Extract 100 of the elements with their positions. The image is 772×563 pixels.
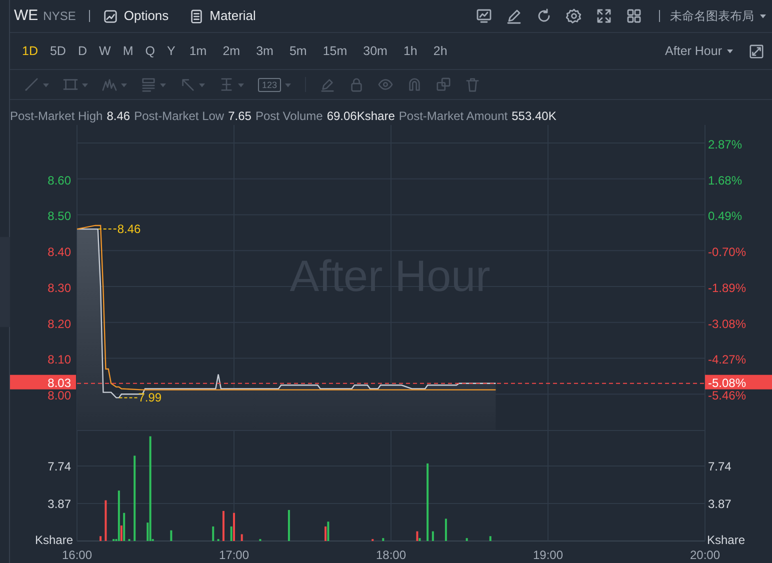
caret-icon [760,13,766,19]
timeframe-tab[interactable]: 30m [355,40,396,62]
change-badge: -5.08% [705,374,772,390]
volume-bar [170,530,172,541]
pencil-icon [506,8,522,24]
axis-label: 3.87 [48,496,71,511]
line-icon [24,77,39,92]
timeframe-tab[interactable]: 1h [395,40,426,62]
clone-icon [436,77,452,92]
time-label: 19:00 [532,548,564,562]
stat-label: Post-Market High [10,108,103,125]
leader-line [118,397,138,398]
trash-icon [465,77,480,92]
arrow-icon [180,77,195,92]
timeframe-tab[interactable]: 1m [181,40,215,62]
unit-label: Kshare [34,533,73,547]
exchange-label: NYSE [43,8,76,25]
caret-icon [285,82,292,88]
text-cursor-icon [219,77,234,92]
axis-label: -0.70% [708,245,746,260]
timeframe-tab[interactable]: 3m [248,40,282,62]
expand-icon [749,44,764,58]
stat-label: Post Volume [255,108,323,125]
leader-line [98,228,117,230]
stat-value: 8.46 [106,108,130,125]
session-dropdown[interactable]: After Hour [665,42,733,60]
volume-bar [222,510,224,541]
pen-icon [320,77,336,92]
timeframe-tab[interactable]: D [72,40,93,62]
symbol: WE [14,6,38,26]
extreme-label: 8.46 [117,222,141,236]
volume-bar [444,518,447,541]
volume-bar [212,526,214,541]
axis-label: 8.40 [48,245,71,260]
timeframe-tab[interactable]: 2h [425,40,456,62]
axis-label: 8.00 [48,388,71,403]
axis-label: -5.46% [708,388,746,403]
monitor-chart-icon [476,8,492,24]
eye-icon [378,77,394,92]
volume-bar [466,538,468,541]
volume-bar [240,534,243,541]
volume-bar [100,536,102,541]
fullscreen-icon [596,8,612,24]
caret-icon [160,82,166,88]
axis-label: 0.49% [708,209,742,224]
timeframe-tab[interactable]: W [93,40,117,62]
material-button[interactable]: Material [188,6,256,26]
stat-label: Post-Market Low [134,108,224,125]
timeframe-tab[interactable]: 2m [214,40,248,62]
magnet-icon [407,77,422,92]
axis-label: 8.20 [48,316,71,331]
stat-value: 553.40K [512,108,556,125]
lock-icon [349,77,364,92]
axis-label: -1.89% [708,280,746,295]
axis-label: 3.87 [708,496,732,511]
axis-label: 8.50 [48,209,71,224]
refresh-icon [536,8,552,24]
options-button[interactable]: Options [102,6,169,26]
layout-dropdown[interactable]: 未命名图表布局 [670,7,766,25]
timeframe-tab[interactable]: 5D [44,40,72,62]
timeframe-tab[interactable]: 15m [314,40,356,62]
volume-bar [104,500,107,541]
volume-bar [489,536,492,541]
extreme-label: 7.99 [138,390,162,405]
volume-bar [432,531,434,541]
stat-value: 7.65 [228,108,252,125]
caret-icon [238,82,244,88]
timeframe-tab[interactable]: 5m [281,40,315,62]
caret-icon [82,82,88,88]
settings-icon [566,8,582,24]
time-label: 20:00 [690,548,720,562]
timeframe-tab[interactable]: Q [139,40,161,62]
text-lines-icon [141,77,156,92]
timeframe-tab[interactable]: M [116,40,140,62]
volume-bar [288,510,290,541]
expand-button[interactable] [749,44,764,58]
axis-label: 8.10 [48,352,71,367]
axis-label: -4.27% [708,352,746,367]
caret-icon [199,82,205,88]
caret-icon [727,48,733,54]
caret-icon [43,82,49,88]
timeframe-tab[interactable]: Y [160,40,182,62]
time-label: 17:00 [218,548,250,562]
axis-label: 2.87% [708,137,742,152]
stat-value: 69.06Kshare [326,108,395,125]
stat-label: Post-Market Amount [398,108,508,125]
time-label: 18:00 [376,548,406,562]
last-price-badge: 8.03 [10,374,76,390]
axis-label: 8.30 [48,280,71,295]
timeframe-tab[interactable]: 1D [16,40,44,62]
axis-label: 1.68% [708,173,742,188]
zigzag-icon [102,77,117,92]
chart-document-icon [102,8,118,24]
time-label: 16:00 [62,548,92,562]
axis-label: -3.08% [708,316,746,331]
unit-label: Kshare [707,533,746,547]
axis-label: 7.74 [708,459,732,474]
grid-icon [626,8,642,24]
caret-icon [121,82,127,88]
rectangle-icon [63,77,78,92]
